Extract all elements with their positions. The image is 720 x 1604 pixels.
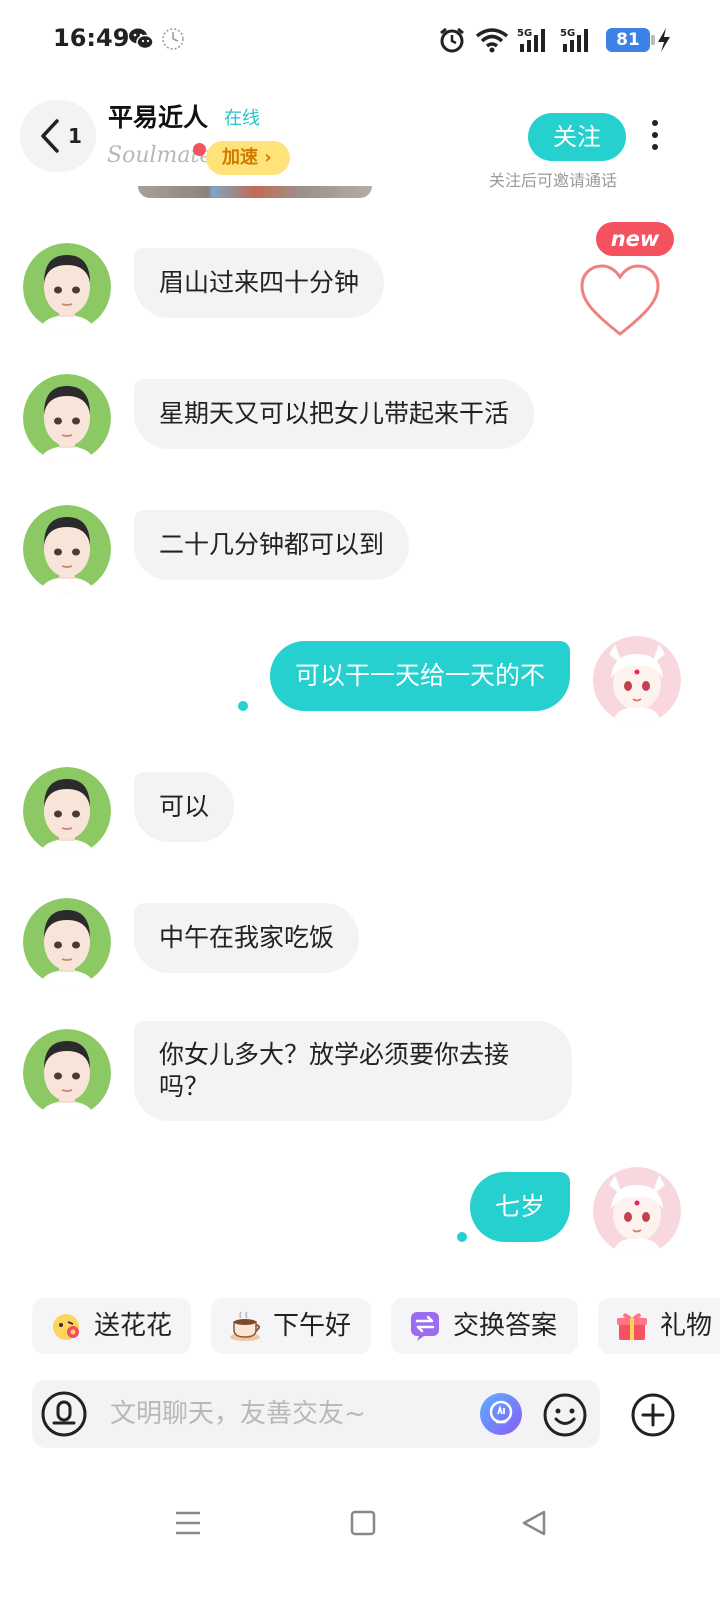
input-bar: [32, 1380, 600, 1448]
signal-icon-2: 5G: [560, 28, 588, 52]
add-icon[interactable]: [630, 1392, 676, 1438]
wifi-icon: [475, 28, 509, 53]
message-input[interactable]: [110, 1393, 470, 1435]
contact-name[interactable]: 平易近人: [108, 98, 208, 134]
status-bar: 16:49 5G 5G 81: [0, 0, 720, 80]
flower-emoji-icon: [53, 1314, 79, 1340]
network-type-2: 5G: [560, 28, 575, 39]
battery-indicator: 81: [606, 28, 650, 52]
message-bubble-incoming[interactable]: 中午在我家吃饭: [134, 903, 360, 973]
new-badge: new: [596, 222, 674, 256]
message-bubble-incoming[interactable]: 眉山过来四十分钟: [134, 248, 385, 318]
my-avatar[interactable]: [593, 1167, 681, 1255]
emoji-icon[interactable]: [542, 1392, 588, 1438]
network-type-1: 5G: [517, 28, 532, 39]
message-bubble-incoming[interactable]: 二十几分钟都可以到: [134, 510, 410, 580]
message-bubble-incoming[interactable]: 你女儿多大？放学必须要你去接吗？: [134, 1021, 572, 1121]
charging-icon: [658, 28, 670, 52]
chevron-left-icon: [41, 119, 59, 153]
contact-avatar[interactable]: [23, 374, 111, 462]
ai-assistant-icon[interactable]: [479, 1392, 523, 1436]
wechat-icon: [129, 28, 154, 50]
message-bubble-incoming[interactable]: 可以: [134, 772, 235, 842]
contact-avatar[interactable]: [23, 505, 111, 593]
back-button[interactable]: 1: [20, 100, 96, 172]
quick-reply-label: 下午好: [273, 1311, 352, 1341]
quick-reply-gift[interactable]: 礼物: [598, 1298, 720, 1354]
clock-app-icon: [162, 28, 184, 50]
signal-icon-1: 5G: [517, 28, 545, 52]
quick-reply-exchange-answers[interactable]: 交换答案: [391, 1298, 578, 1354]
contact-avatar[interactable]: [23, 243, 111, 331]
coffee-icon: [230, 1311, 260, 1341]
quick-reply-good-afternoon[interactable]: 下午好: [211, 1298, 371, 1354]
quick-reply-flowers[interactable]: 送花花: [32, 1298, 191, 1354]
notification-dot: [193, 143, 206, 156]
message-bubble-outgoing[interactable]: 七岁: [469, 1172, 570, 1242]
contact-avatar[interactable]: [23, 1029, 111, 1117]
back-nav-icon[interactable]: [520, 1508, 548, 1538]
quick-reply-label: 礼物: [660, 1311, 713, 1341]
contact-avatar[interactable]: [23, 767, 111, 855]
alarm-icon: [440, 27, 464, 53]
speed-up-button[interactable]: 加速 ›: [206, 141, 290, 175]
message-bubble-outgoing[interactable]: 可以干一天给一天的不: [269, 641, 570, 711]
exchange-icon: [411, 1312, 439, 1341]
quick-reply-label: 送花花: [94, 1311, 173, 1341]
read-indicator: [238, 701, 248, 711]
menu-icon[interactable]: [174, 1508, 202, 1538]
online-status: 在线: [224, 108, 260, 129]
more-options-icon[interactable]: [648, 120, 662, 156]
gift-icon: [617, 1313, 647, 1340]
quick-reply-label: 交换答案: [453, 1311, 558, 1341]
status-time: 16:49: [53, 24, 130, 52]
contact-avatar[interactable]: [23, 898, 111, 986]
home-icon[interactable]: [349, 1508, 377, 1538]
message-bubble-incoming[interactable]: 星期天又可以把女儿带起来干活: [134, 379, 535, 449]
read-indicator: [457, 1232, 467, 1242]
follow-hint: 关注后可邀请通话: [489, 171, 618, 190]
my-avatar[interactable]: [593, 636, 681, 724]
previous-image-message[interactable]: [138, 186, 372, 198]
voice-icon[interactable]: [40, 1390, 88, 1438]
follow-button[interactable]: 关注: [528, 113, 626, 161]
heart-icon[interactable]: [578, 262, 662, 340]
unread-count: 1: [68, 124, 82, 148]
